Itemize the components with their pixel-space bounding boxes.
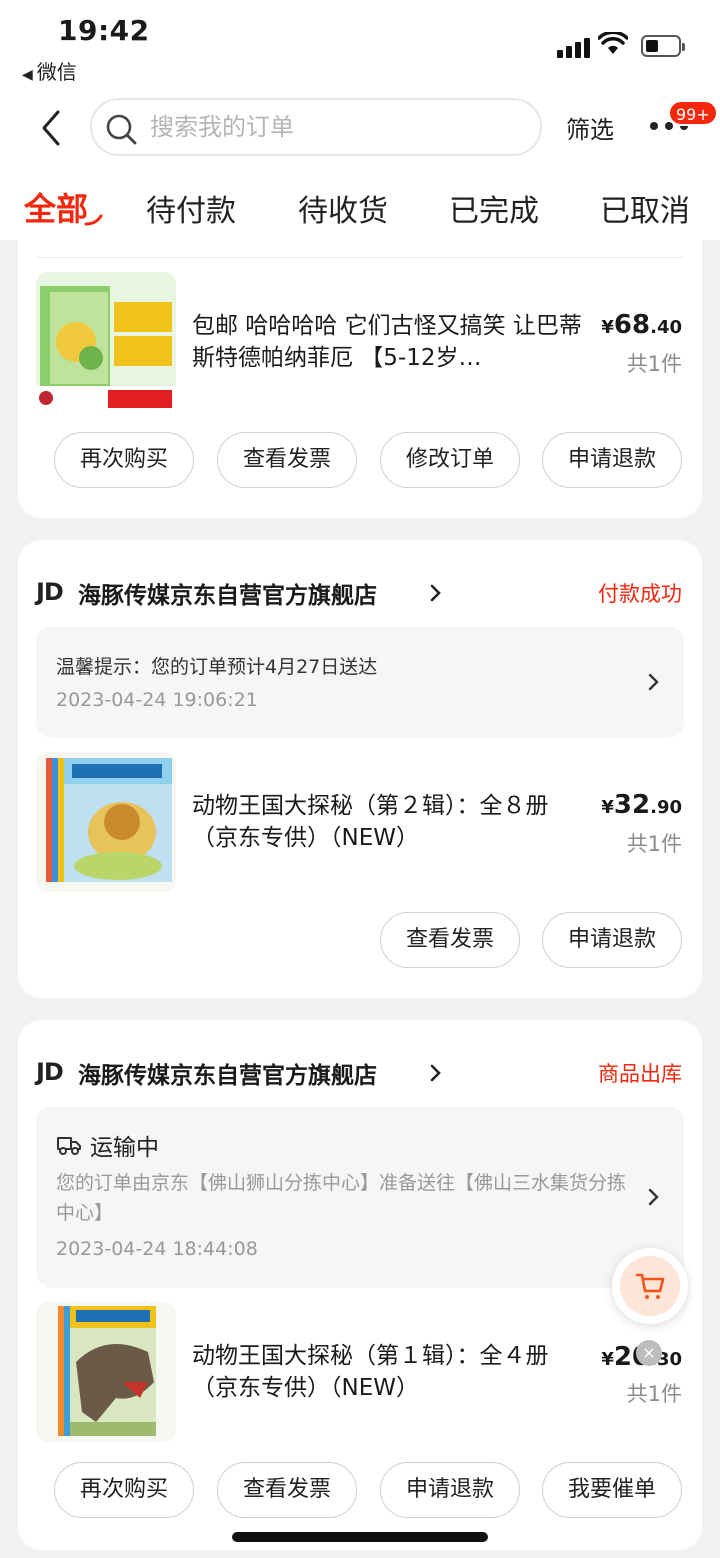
- product-quantity: 共1件: [626, 832, 682, 856]
- search-input[interactable]: [150, 100, 530, 154]
- product-title[interactable]: 动物王国大探秘（第２辑）：全８册（京东专供）（NEW）: [192, 790, 582, 854]
- buy-again-button[interactable]: 再次购买: [54, 432, 194, 488]
- product-thumbnail[interactable]: [36, 272, 176, 412]
- chevron-right-icon: [430, 1064, 441, 1082]
- jd-logo: JD: [36, 1058, 64, 1086]
- tab-all[interactable]: 全部: [24, 184, 88, 230]
- chevron-right-icon: [430, 584, 441, 602]
- product-quantity: 共1件: [626, 1382, 682, 1406]
- back-triangle-icon: ◀: [22, 67, 33, 83]
- product-quantity: 共1件: [626, 352, 682, 376]
- product-thumbnail[interactable]: [36, 752, 176, 892]
- filter-button[interactable]: 筛选: [566, 110, 614, 145]
- floating-cart-button[interactable]: [612, 1248, 688, 1324]
- product-title[interactable]: 动物王国大探秘（第１辑）：全４册（京东专供）（NEW）: [192, 1340, 582, 1404]
- view-invoice-button[interactable]: 查看发票: [217, 432, 357, 488]
- logistics-heading: 运输中: [90, 1135, 159, 1161]
- order-card: JD 海豚传媒京东自营官方旗舰店 付款成功 温馨提示：您的订单预计4月27日送达…: [18, 540, 702, 998]
- active-tab-indicator: [84, 214, 103, 226]
- book-cover-image: [36, 1302, 176, 1442]
- request-refund-button[interactable]: 申请退款: [380, 1462, 520, 1518]
- modify-order-button[interactable]: 修改订单: [380, 432, 520, 488]
- product-thumbnail[interactable]: [36, 1302, 176, 1442]
- request-refund-button[interactable]: 申请退款: [542, 912, 682, 968]
- back-app-label: 微信: [36, 60, 77, 84]
- cellular-signal-icon: [557, 36, 591, 58]
- order-status: 商品出库: [598, 1062, 682, 1086]
- shop-name: 海豚传媒京东自营官方旗舰店: [78, 1063, 377, 1089]
- logistics-info[interactable]: 运输中 您的订单由京东【佛山狮山分拣中心】准备送往【佛山三水集货分拣中心】 20…: [36, 1106, 684, 1288]
- status-time: 19:42: [58, 14, 150, 47]
- delivery-notice[interactable]: 温馨提示：您的订单预计4月27日送达 2023-04-24 19:06:21: [36, 626, 684, 738]
- battery-icon: [641, 35, 685, 57]
- message-badge: 99+: [668, 100, 718, 126]
- buy-again-button[interactable]: 再次购买: [54, 1462, 194, 1518]
- cart-icon: [635, 1273, 665, 1299]
- home-indicator[interactable]: [232, 1532, 488, 1542]
- book-cover-image: [36, 272, 176, 412]
- tab-pending-payment[interactable]: 待付款: [146, 186, 236, 230]
- back-arrow-icon[interactable]: [36, 108, 66, 148]
- tab-cancelled[interactable]: 已取消: [600, 186, 690, 230]
- truck-icon: [57, 1137, 81, 1155]
- chevron-right-icon: [648, 673, 659, 691]
- product-price: ¥32.90: [601, 790, 682, 820]
- delivery-notice-text: 温馨提示：您的订单预计4月27日送达: [56, 656, 378, 678]
- header: 筛选 99+: [0, 88, 720, 168]
- order-card: 包邮 哈哈哈哈 它们古怪又搞笑 让巴蒂斯特德帕纳菲厄 【5-12岁… ¥68.4…: [18, 240, 702, 518]
- product-title[interactable]: 包邮 哈哈哈哈 它们古怪又搞笑 让巴蒂斯特德帕纳菲厄 【5-12岁…: [192, 310, 582, 374]
- search-icon: [106, 114, 137, 145]
- order-tabs: 全部 待付款 待收货 已完成 已取消: [0, 168, 720, 240]
- shop-name: 海豚传媒京东自营官方旗舰店: [78, 583, 377, 609]
- order-card: JD 海豚传媒京东自营官方旗舰店 商品出库 运输中 您的订单由京东【佛山狮山分拣…: [18, 1020, 702, 1550]
- order-status: 付款成功: [598, 582, 682, 606]
- search-bar[interactable]: [90, 98, 542, 156]
- product-price: ¥68.40: [601, 310, 682, 340]
- chevron-right-icon: [648, 1188, 659, 1206]
- status-bar: 19:42 ◀ 微信: [0, 0, 720, 88]
- back-to-app-link[interactable]: ◀ 微信: [22, 56, 77, 85]
- jd-logo: JD: [36, 578, 64, 606]
- delivery-notice-time: 2023-04-24 19:06:21: [56, 689, 258, 711]
- urge-order-button[interactable]: 我要催单: [542, 1462, 682, 1518]
- view-invoice-button[interactable]: 查看发票: [380, 912, 520, 968]
- tab-completed[interactable]: 已完成: [449, 186, 539, 230]
- tab-pending-receipt[interactable]: 待收货: [298, 186, 388, 230]
- book-cover-image: [36, 752, 176, 892]
- view-invoice-button[interactable]: 查看发票: [217, 1462, 357, 1518]
- request-refund-button[interactable]: 申请退款: [542, 432, 682, 488]
- close-float-icon[interactable]: ×: [636, 1340, 662, 1366]
- wifi-icon: [598, 32, 628, 54]
- logistics-time: 2023-04-24 18:44:08: [56, 1238, 258, 1260]
- logistics-text: 您的订单由京东【佛山狮山分拣中心】准备送往【佛山三水集货分拣中心】: [56, 1172, 627, 1224]
- card-divider: [36, 240, 684, 258]
